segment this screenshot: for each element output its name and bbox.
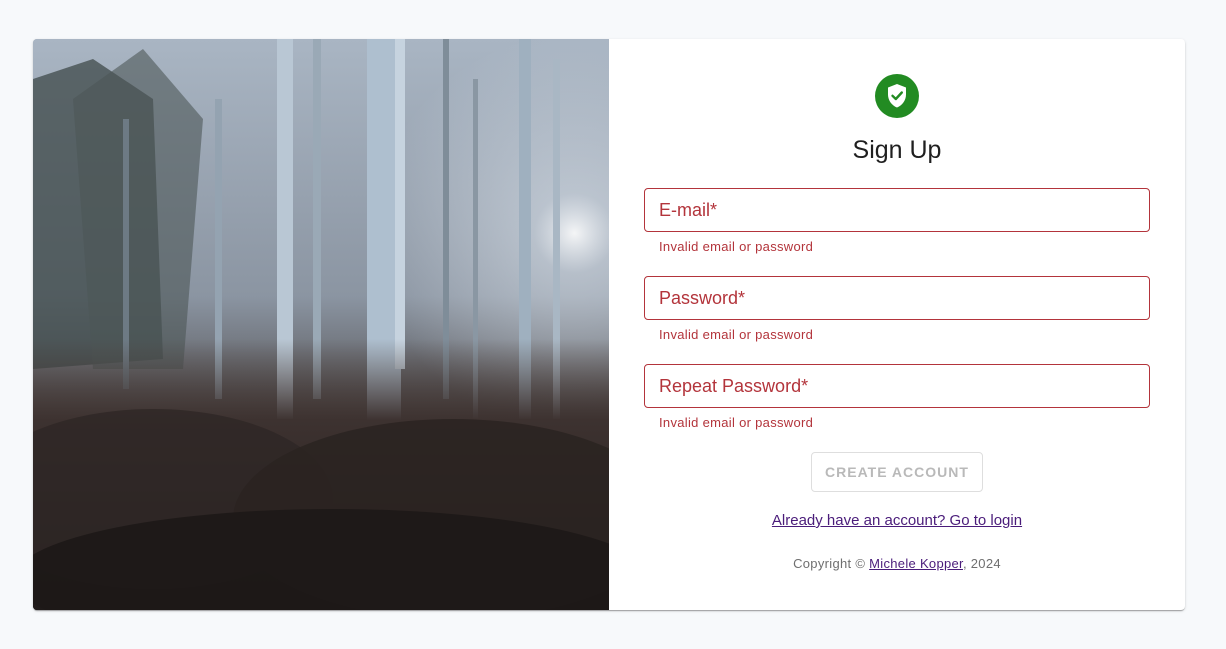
shield-check-icon — [888, 84, 906, 108]
password-error-text: Invalid email or password — [659, 327, 814, 342]
copyright: Copyright © Michele Kopper, 2024 — [609, 556, 1185, 571]
copyright-suffix: , 2024 — [962, 556, 1001, 571]
signup-form: Sign Up Invalid email or password Invali… — [609, 39, 1185, 610]
email-error-text: Invalid email or password — [659, 239, 814, 254]
forest-hero-image — [33, 39, 609, 610]
avatar — [875, 74, 919, 118]
password-field[interactable] — [645, 277, 1149, 319]
copyright-prefix: Copyright © — [793, 556, 870, 571]
email-field-wrapper — [644, 188, 1150, 232]
create-account-button[interactable]: CREATE ACCOUNT — [811, 452, 983, 492]
repeat-password-field[interactable] — [645, 365, 1149, 407]
forest-photo — [33, 39, 609, 610]
password-field-wrapper — [644, 276, 1150, 320]
signup-card: Sign Up Invalid email or password Invali… — [33, 39, 1185, 610]
repeat-password-error-text: Invalid email or password — [659, 415, 814, 430]
login-link-container: Already have an account? Go to login — [609, 512, 1185, 529]
go-to-login-link[interactable]: Already have an account? Go to login — [772, 512, 1022, 529]
email-field[interactable] — [645, 189, 1149, 231]
repeat-password-field-wrapper — [644, 364, 1150, 408]
author-link[interactable]: Michele Kopper — [869, 556, 963, 571]
page-title: Sign Up — [852, 136, 942, 164]
